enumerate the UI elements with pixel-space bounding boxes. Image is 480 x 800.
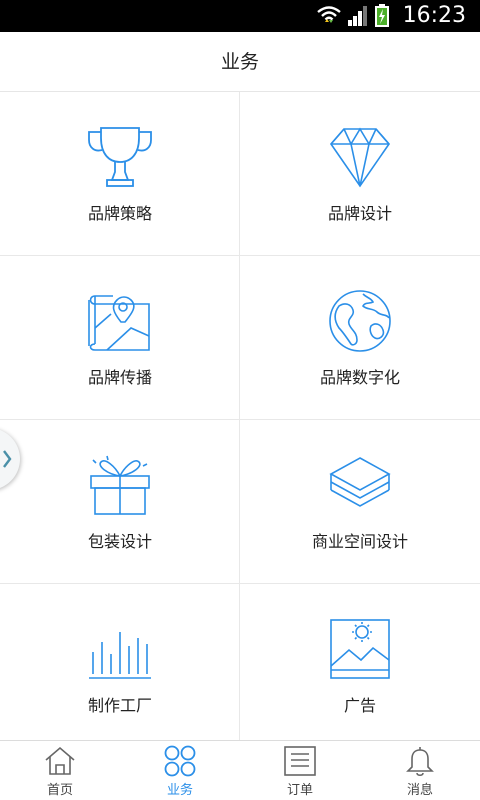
- service-brand-digitization[interactable]: 品牌数字化: [240, 256, 480, 420]
- trophy-icon: [88, 127, 152, 187]
- list-icon: [284, 746, 316, 776]
- service-brand-communication[interactable]: 品牌传播: [0, 256, 240, 420]
- service-label: 品牌数字化: [319, 368, 400, 387]
- service-label: 品牌设计: [327, 204, 392, 223]
- status-bar: 16:23: [0, 0, 480, 32]
- signal-icon: [348, 6, 367, 26]
- image-icon: [330, 619, 390, 679]
- title-bar: 业务: [0, 32, 480, 92]
- service-brand-design[interactable]: 品牌设计: [240, 92, 480, 256]
- status-icons: [316, 4, 390, 28]
- service-label: 包装设计: [87, 532, 152, 551]
- map-pin-icon: [88, 295, 150, 351]
- nav-label: 业务: [166, 783, 193, 798]
- service-packaging-design[interactable]: 包装设计: [0, 420, 240, 584]
- bar-lines-icon: [89, 632, 151, 679]
- four-circles-icon: [164, 745, 196, 777]
- service-advertising[interactable]: 广告: [240, 584, 480, 740]
- service-label: 制作工厂: [87, 696, 152, 715]
- nav-label: 订单: [286, 783, 313, 798]
- gift-box-icon: [90, 455, 150, 515]
- battery-icon: [375, 4, 389, 27]
- home-icon: [45, 746, 75, 775]
- nav-item-orders[interactable]: 订单: [240, 741, 360, 800]
- bell-icon: [406, 747, 434, 777]
- layers-icon: [329, 457, 391, 507]
- wifi-icon: [317, 6, 341, 23]
- service-label: 商业空间设计: [311, 532, 408, 551]
- service-label: 品牌传播: [87, 368, 152, 387]
- diamond-icon: [329, 127, 391, 188]
- bottom-nav: 首页 业务 订单 消息: [0, 740, 480, 800]
- service-commercial-space-design[interactable]: 商业空间设计: [240, 420, 480, 584]
- service-production-factory[interactable]: 制作工厂: [0, 584, 240, 740]
- services-grid: 品牌策略 品牌设计 品牌传播 品牌数字化 包装设计 商业空间设计 制作工厂 广告: [0, 92, 480, 740]
- service-label: 广告: [343, 696, 376, 715]
- nav-item-business[interactable]: 业务: [120, 741, 240, 800]
- globe-icon: [329, 290, 391, 352]
- page-title: 业务: [220, 51, 259, 73]
- status-time: 16:23: [402, 3, 466, 28]
- nav-label: 首页: [46, 783, 73, 798]
- service-label: 品牌策略: [87, 204, 152, 223]
- service-brand-strategy[interactable]: 品牌策略: [0, 92, 240, 256]
- nav-label: 消息: [406, 783, 433, 798]
- nav-item-messages[interactable]: 消息: [360, 741, 480, 800]
- nav-item-home[interactable]: 首页: [0, 741, 120, 800]
- chevron-right-icon: [3, 450, 12, 468]
